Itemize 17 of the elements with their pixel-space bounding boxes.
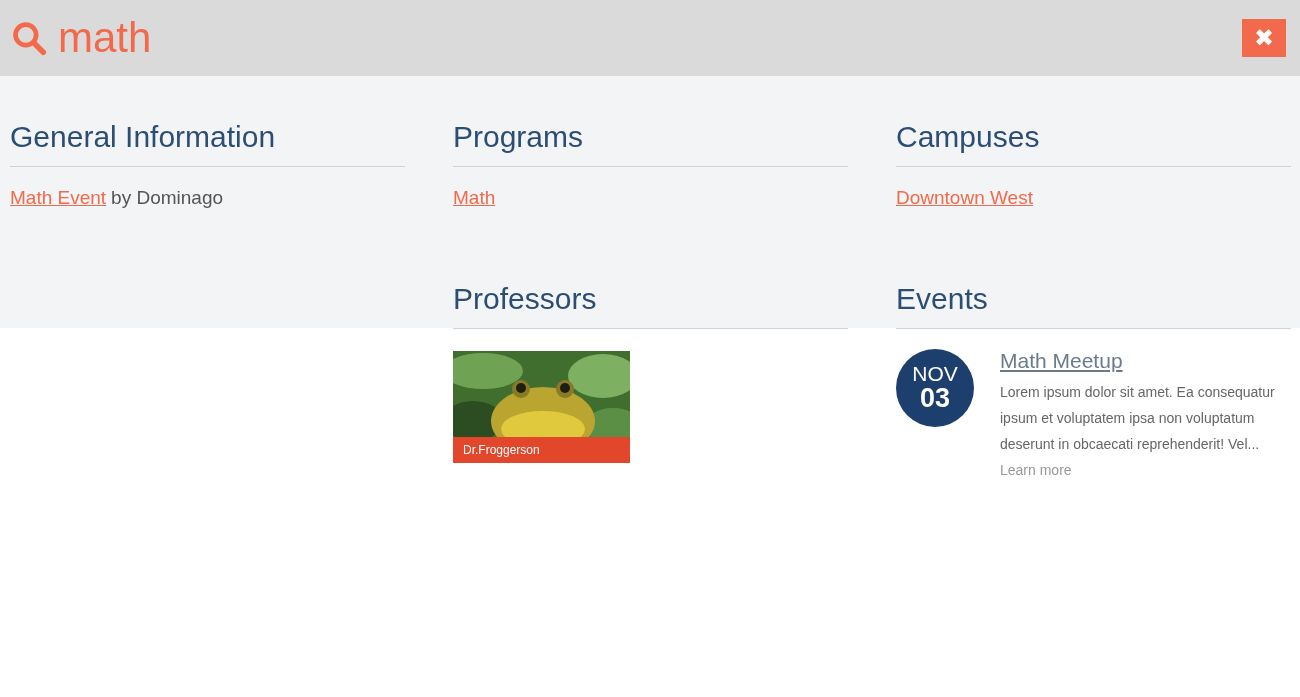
- section-heading: Campuses: [896, 120, 1291, 167]
- search-field[interactable]: math: [10, 14, 1242, 62]
- event-summary: Lorem ipsum dolor sit amet. Ea consequatur ipsum et voluptatem ipsa non voluptatum deserunt in obcaecati reprehenderit! Vel... Learn more: [1000, 383, 1276, 480]
- section-heading: Programs: [453, 120, 848, 167]
- author-text: by Dominago: [111, 187, 224, 209]
- section-heading: General Information: [10, 120, 405, 167]
- result-link[interactable]: Math Event: [10, 187, 107, 209]
- learn-more-link[interactable]: Learn more: [1000, 462, 1072, 478]
- result-link[interactable]: Math: [453, 187, 496, 209]
- search-icon: [10, 19, 48, 57]
- event-title-link[interactable]: Math Meetup: [1000, 349, 1291, 373]
- result-link[interactable]: Downtown West: [896, 187, 1033, 209]
- section-heading: Events: [896, 282, 1291, 329]
- section-heading: Professors: [453, 282, 848, 329]
- professor-name[interactable]: Dr.Froggerson: [453, 437, 630, 463]
- close-button[interactable]: ✖: [1242, 19, 1286, 57]
- date-badge: NOV 03: [896, 349, 974, 427]
